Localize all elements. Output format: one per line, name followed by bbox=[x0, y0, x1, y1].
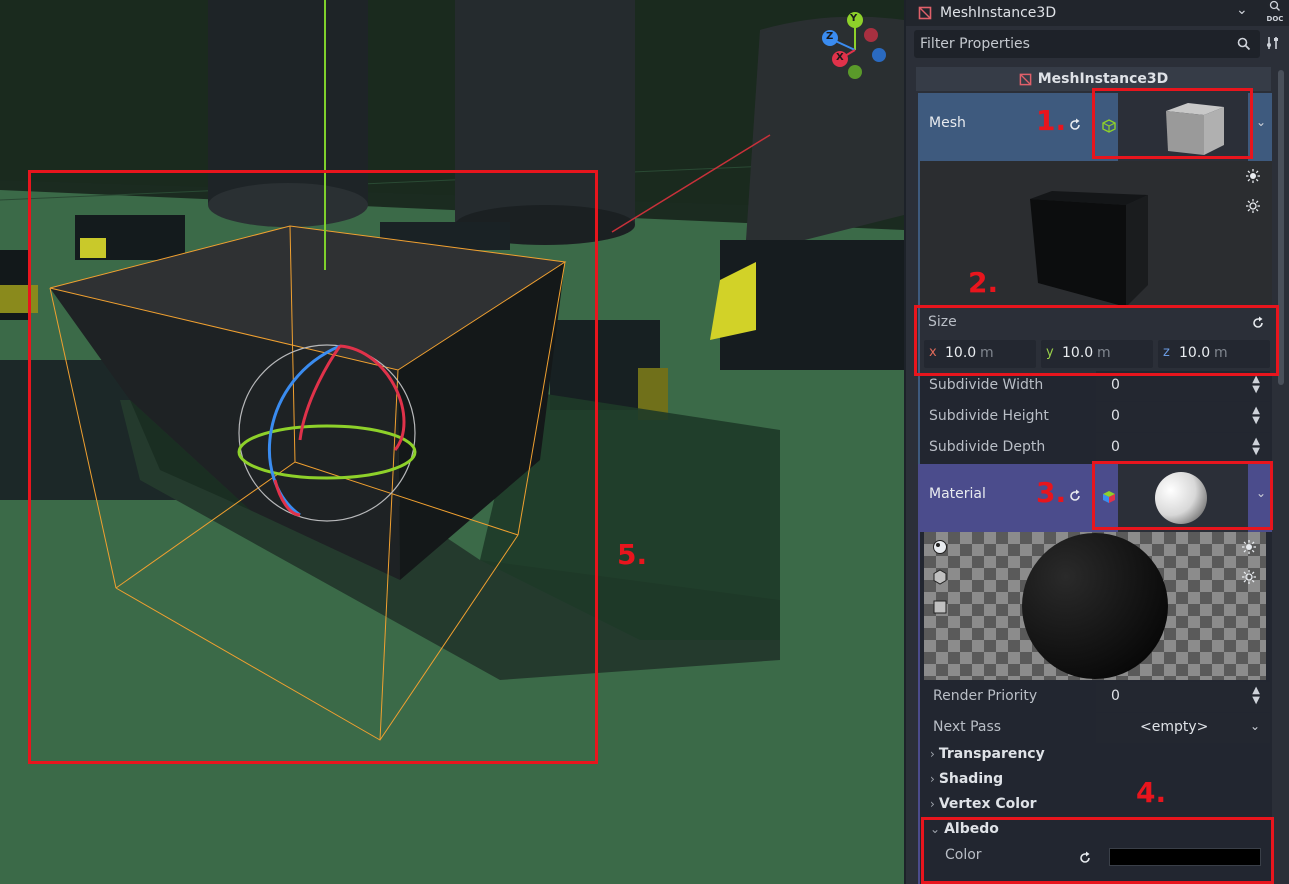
subdivide-width-label: Subdivide Width bbox=[929, 377, 1044, 393]
chevron-right-icon: › bbox=[930, 797, 935, 811]
doc-label: DOC bbox=[1266, 15, 1284, 23]
group-transparency[interactable]: › Transparency bbox=[930, 746, 1045, 762]
tools-icon[interactable] bbox=[1266, 36, 1280, 50]
spinner-icon[interactable]: ▲ ▼ bbox=[1252, 437, 1260, 457]
chevron-right-icon: › bbox=[930, 747, 935, 761]
mesh-instance-icon bbox=[918, 6, 932, 20]
gizmo-z-label: Z bbox=[826, 31, 834, 42]
annotation-box-4 bbox=[921, 817, 1274, 884]
next-pass-value: <empty> bbox=[1140, 719, 1209, 735]
subdivide-height-field[interactable]: 0 ▲ ▼ bbox=[1096, 402, 1270, 432]
chevron-down-icon[interactable]: ⌄ bbox=[1250, 720, 1260, 732]
reset-icon[interactable] bbox=[1068, 118, 1082, 132]
hex-preview-icon[interactable] bbox=[932, 569, 948, 585]
spinner-icon[interactable]: ▲ ▼ bbox=[1252, 686, 1260, 706]
filter-properties-input[interactable] bbox=[915, 31, 1215, 57]
spinner-icon[interactable]: ▲ ▼ bbox=[1252, 406, 1260, 426]
doc-button[interactable]: DOC bbox=[1264, 0, 1286, 24]
mesh-instance-icon bbox=[1019, 73, 1032, 85]
light-1-icon[interactable] bbox=[1246, 169, 1260, 183]
chevron-down-icon[interactable]: ⌄ bbox=[1236, 2, 1248, 18]
subdivide-height-label: Subdivide Height bbox=[929, 408, 1049, 424]
group-shading-label: Shading bbox=[938, 771, 1004, 787]
subdivide-depth-label: Subdivide Depth bbox=[929, 439, 1046, 455]
subdivide-depth-value: 0 bbox=[1111, 439, 1120, 455]
next-pass-row: Next Pass <empty> ⌄ bbox=[928, 713, 1272, 743]
render-priority-value: 0 bbox=[1111, 688, 1120, 704]
gizmo-x-label: X bbox=[836, 52, 844, 63]
group-transparency-label: Transparency bbox=[938, 746, 1045, 762]
search-doc-icon bbox=[1269, 0, 1280, 11]
annotation-label-5: 5. bbox=[617, 538, 648, 571]
render-priority-label: Render Priority bbox=[933, 688, 1038, 704]
chevron-right-icon: › bbox=[930, 772, 935, 786]
material-preview-render bbox=[924, 532, 1266, 680]
next-pass-picker[interactable]: <empty> ⌄ bbox=[1096, 713, 1270, 743]
mesh-label: Mesh bbox=[929, 115, 966, 131]
light-2-icon[interactable] bbox=[1242, 570, 1256, 584]
subdivide-depth-row: Subdivide Depth 0 ▲ ▼ bbox=[924, 433, 1272, 463]
section-title-label: MeshInstance3D bbox=[1037, 71, 1169, 87]
material-preview bbox=[924, 532, 1266, 680]
subdivide-depth-field[interactable]: 0 ▲ ▼ bbox=[1096, 433, 1270, 463]
render-priority-row: Render Priority 0 ▲ ▼ bbox=[928, 682, 1272, 712]
subdivide-height-value: 0 bbox=[1111, 408, 1120, 424]
group-vertex-color-label: Vertex Color bbox=[938, 796, 1037, 812]
group-vertex-color[interactable]: › Vertex Color bbox=[930, 796, 1037, 812]
annotation-label-2: 2. bbox=[968, 266, 999, 299]
light-2-icon[interactable] bbox=[1246, 199, 1260, 213]
annotation-label-3: 3. bbox=[1036, 476, 1067, 509]
render-priority-field[interactable]: 0 ▲ ▼ bbox=[1096, 682, 1270, 712]
filter-properties-field[interactable] bbox=[914, 30, 1260, 58]
inspector-panel: MeshInstance3D ⌄ DOC MeshInstance3D Mesh bbox=[906, 0, 1289, 884]
3d-viewport[interactable]: Y Z X 5. bbox=[0, 0, 904, 884]
material-label: Material bbox=[929, 486, 986, 502]
annotation-label-4: 4. bbox=[1136, 776, 1167, 809]
search-icon bbox=[1237, 37, 1251, 51]
annotation-box-5 bbox=[28, 170, 598, 764]
spinner-icon[interactable]: ▲ ▼ bbox=[1252, 375, 1260, 395]
quad-preview-icon[interactable] bbox=[932, 599, 948, 615]
next-pass-label: Next Pass bbox=[933, 719, 1002, 735]
annotation-box-1 bbox=[1092, 88, 1253, 159]
inspector-header: MeshInstance3D ⌄ bbox=[906, 0, 1289, 26]
reset-icon[interactable] bbox=[1068, 489, 1082, 503]
light-1-icon[interactable] bbox=[1242, 540, 1256, 554]
annotation-box-2 bbox=[914, 305, 1279, 376]
sphere-preview-icon[interactable] bbox=[932, 539, 948, 555]
editor-window: Y Z X 5. MeshInstance3D ⌄ DOC MeshInstan… bbox=[0, 0, 1289, 884]
node-type-title: MeshInstance3D bbox=[940, 5, 1057, 21]
subdivide-width-value: 0 bbox=[1111, 377, 1120, 393]
annotation-label-1: 1. bbox=[1036, 104, 1067, 137]
annotation-box-3 bbox=[1092, 461, 1273, 530]
group-shading[interactable]: › Shading bbox=[930, 771, 1003, 787]
mesh-dropdown-icon[interactable]: ⌄ bbox=[1256, 115, 1266, 129]
gizmo-y-label: Y bbox=[850, 13, 858, 24]
subdivide-height-row: Subdivide Height 0 ▲ ▼ bbox=[924, 402, 1272, 432]
